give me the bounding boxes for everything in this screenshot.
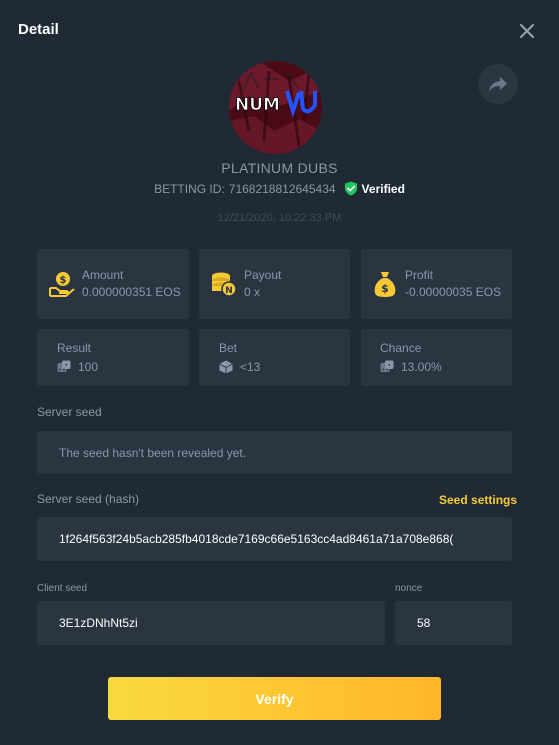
bet-label: Bet [219, 341, 238, 355]
svg-text:$: $ [381, 282, 389, 295]
payout-value: 0 x [244, 285, 261, 299]
client-seed-field[interactable]: 3E1zDNhNt5zi [37, 601, 385, 645]
money-bag-icon: $ [374, 272, 396, 297]
dice-icon [57, 360, 71, 372]
modal-title: Detail [18, 21, 59, 38]
bet-value-row: <13 [219, 360, 260, 374]
result-label: Result [57, 341, 92, 355]
nonce-field[interactable]: 58 [395, 601, 512, 645]
chance-value-row: 13.00% [380, 360, 442, 374]
bet-timestamp: 12/21/2020, 10:22:33 PM [217, 212, 342, 224]
verified-label: Verified [361, 181, 405, 196]
svg-text:N: N [225, 286, 233, 296]
amount-card: $ Amount 0.000000351 EOS [37, 249, 189, 319]
amount-label: Amount [82, 268, 124, 282]
profit-label: Profit [405, 268, 434, 282]
coin-hand-icon: $ [49, 272, 75, 297]
coin-stack-icon: N [212, 272, 237, 297]
chance-value: 13.00% [401, 360, 442, 374]
shield-check-icon [344, 181, 357, 196]
server-seed-label: Server seed [37, 405, 102, 419]
server-seed-field: The seed hasn't been revealed yet. [37, 431, 512, 474]
betting-id-label: BETTING ID: [154, 181, 225, 196]
result-value: 100 [78, 360, 99, 374]
result-value-row: 100 [57, 360, 98, 374]
client-seed-label: Client seed [37, 583, 88, 594]
seed-settings-link[interactable]: Seed settings [439, 493, 517, 507]
avatar-text-left: NUM [235, 95, 280, 115]
share-arrow-icon [489, 77, 507, 92]
dice-icon [219, 360, 233, 374]
amount-value: 0.000000351 EOS [82, 285, 181, 299]
verify-button[interactable]: Verify [108, 677, 441, 720]
result-card: Result 100 [37, 329, 189, 386]
server-seed-hash-field[interactable]: 1f264f563f24b5acb285fb4018cde7169c66e516… [37, 517, 512, 561]
nonce-label: nonce [395, 583, 423, 594]
bet-value: <13 [240, 360, 261, 374]
payout-card: N Payout 0 x [199, 249, 350, 319]
player-name: PLATINUM DUBS [221, 160, 338, 176]
betting-id-row: BETTING ID: 7168218812645434 Verified [0, 181, 559, 196]
dice-icon [380, 360, 394, 372]
avatar: NUM [229, 61, 322, 154]
profit-card: $ Profit -0.00000035 EOS [361, 249, 512, 319]
share-button[interactable] [478, 64, 518, 104]
verified-badge: Verified [344, 181, 405, 196]
chance-card: Chance 13.00% [361, 329, 512, 386]
close-icon[interactable] [516, 20, 538, 42]
detail-modal: Detail NUM PLATINUM DUBS BETTING ID: 716… [0, 0, 559, 745]
bet-card: Bet <13 [199, 329, 350, 386]
chance-label: Chance [380, 341, 422, 355]
betting-id-value: 7168218812645434 [228, 181, 336, 196]
server-seed-hash-label: Server seed (hash) [37, 492, 140, 506]
profit-value: -0.00000035 EOS [405, 285, 502, 299]
svg-text:$: $ [60, 275, 67, 286]
payout-label: Payout [244, 268, 282, 282]
